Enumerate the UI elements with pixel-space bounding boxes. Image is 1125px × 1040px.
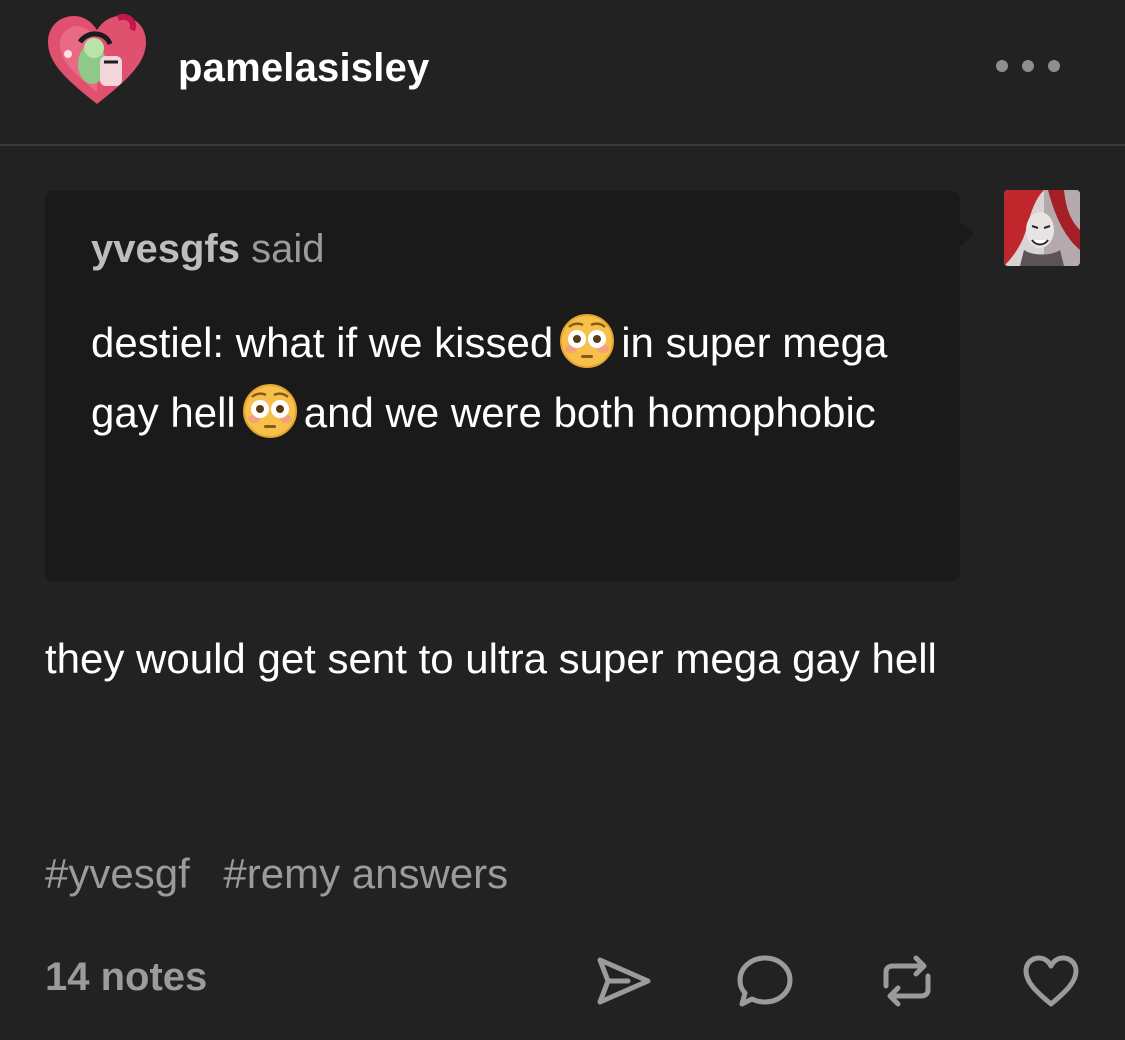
share-icon[interactable]: [592, 950, 654, 1012]
dot: [1048, 60, 1060, 72]
dot: [1022, 60, 1034, 72]
quote-author-avatar[interactable]: [1004, 190, 1080, 266]
quote-pointer: [958, 220, 974, 248]
quote-body: destiel: what if we kissed in super mega…: [91, 308, 921, 448]
like-icon[interactable]: [1020, 950, 1082, 1012]
tag-link[interactable]: #yvesgf: [45, 850, 190, 897]
quote-author-name[interactable]: yvesgfs: [91, 227, 240, 271]
blog-avatar[interactable]: [44, 12, 150, 110]
blog-username[interactable]: pamelasisley: [178, 46, 429, 91]
post-header: pamelasisley: [0, 0, 1125, 146]
flushed-face-emoji-icon: [242, 384, 297, 438]
notes-count[interactable]: 14 notes: [45, 955, 207, 1000]
reblog-icon[interactable]: [876, 950, 938, 1012]
post-body-text: they would get sent to ultra super mega …: [45, 635, 937, 682]
tag-list: #yvesgf #remy answers: [45, 850, 530, 898]
tumblr-post: pamelasisley yvesgfs said destiel: what …: [0, 0, 1125, 1040]
tag-link[interactable]: #remy answers: [223, 850, 508, 897]
dot: [996, 60, 1008, 72]
quote-text-1: destiel: what if we kissed: [91, 319, 554, 366]
quote-author-line: yvesgfs said: [91, 227, 325, 272]
quote-text-3: and we were both homophobic: [303, 389, 876, 436]
flushed-face-emoji-icon: [560, 314, 615, 368]
quoted-post: yvesgfs said destiel: what if we kissed …: [45, 191, 960, 581]
more-options-icon[interactable]: [996, 56, 1060, 76]
said-label: said: [251, 227, 325, 271]
reply-icon[interactable]: [734, 950, 796, 1012]
